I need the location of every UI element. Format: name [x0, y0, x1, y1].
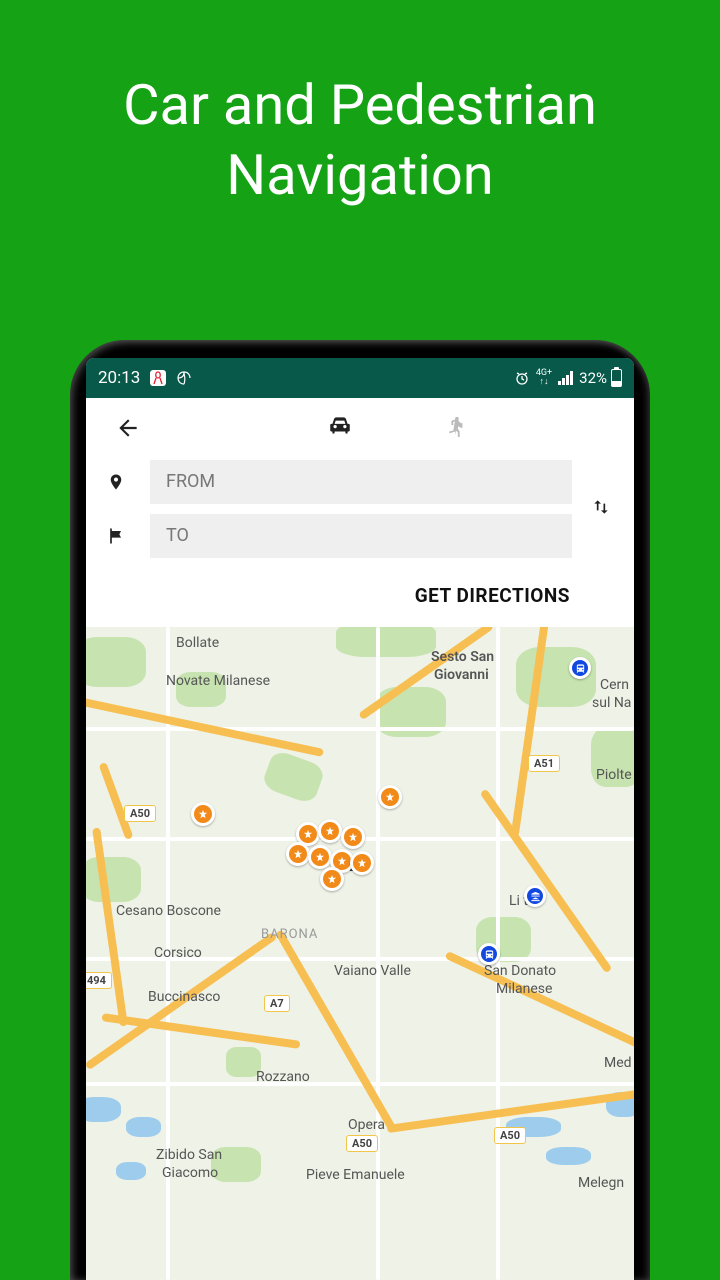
poi-marker[interactable] [378, 785, 402, 809]
map-label: Sesto San [431, 649, 494, 665]
map-label: Vaiano Valle [334, 963, 411, 979]
mode-walk-icon[interactable] [445, 412, 467, 444]
map-label: Milanese [496, 981, 552, 997]
android-status-bar: 20:13 4G+↑↓ 32% [86, 358, 634, 398]
mode-car-icon[interactable] [325, 412, 355, 444]
transit-marker[interactable] [478, 943, 500, 965]
transit-marker[interactable] [569, 657, 591, 679]
map-label: Cesano Boscone [116, 903, 221, 919]
phone-screen: 20:13 4G+↑↓ 32% [86, 358, 634, 1280]
poi-marker[interactable] [318, 819, 342, 843]
hwy-label: A51 [528, 755, 560, 772]
map-label: Buccinasco [148, 989, 220, 1005]
pin-icon [104, 470, 128, 494]
poi-marker[interactable] [286, 842, 310, 866]
promo-headline: Car and Pedestrian Navigation [0, 0, 720, 210]
poi-marker[interactable] [350, 851, 374, 875]
map-label: BARONA [261, 927, 318, 942]
map-label: Cern [600, 677, 629, 693]
poi-marker[interactable] [308, 845, 332, 869]
phone-frame: 20:13 4G+↑↓ 32% [70, 340, 650, 1280]
hwy-label: A50 [346, 1135, 378, 1152]
status-app-icon-2 [176, 370, 192, 386]
poi-marker[interactable] [320, 867, 344, 891]
map-label: Novate Milanese [166, 673, 270, 689]
hwy-label: A7 [264, 995, 290, 1012]
poi-marker[interactable] [341, 825, 365, 849]
map-label: Giovanni [434, 667, 489, 683]
map-label: Giacomo [162, 1165, 218, 1181]
map-label: Zibido San [156, 1147, 222, 1163]
signal-icon [558, 371, 573, 385]
directions-toolbar: FROM TO GET DIRECTIONS [86, 398, 634, 627]
map-label: sul Na [592, 695, 631, 711]
map-label: Med [604, 1055, 632, 1071]
map-label: Piolte [596, 767, 632, 783]
poi-marker[interactable] [191, 802, 215, 826]
net-type-label: 4G+↑↓ [536, 369, 552, 387]
status-app-icon-1 [150, 370, 166, 386]
get-directions-button[interactable]: GET DIRECTIONS [104, 568, 616, 615]
transit-marker[interactable] [524, 885, 546, 907]
hwy-label: A50 [124, 805, 156, 822]
hwy-label: 494 [86, 972, 112, 989]
map-label: Corsico [154, 945, 202, 961]
swap-button[interactable] [588, 494, 614, 520]
battery-indicator: 32% [579, 369, 622, 387]
alarm-icon [514, 370, 530, 386]
map-label: Pieve Emanuele [306, 1167, 405, 1183]
map-label: Bollate [176, 635, 219, 651]
back-button[interactable] [112, 412, 144, 444]
map-label: Opera [348, 1117, 385, 1133]
map-label: Melegn [578, 1175, 624, 1191]
map-view[interactable]: A50 494 A7 A50 A50 A51 Bollate Novate Mi… [86, 627, 634, 1280]
to-input[interactable]: TO [150, 514, 572, 558]
map-label: San Donato [484, 963, 556, 979]
from-input[interactable]: FROM [150, 460, 572, 504]
hwy-label: A50 [494, 1127, 526, 1144]
map-label: Rozzano [256, 1069, 310, 1085]
status-time: 20:13 [98, 368, 140, 388]
flag-icon [104, 526, 128, 546]
